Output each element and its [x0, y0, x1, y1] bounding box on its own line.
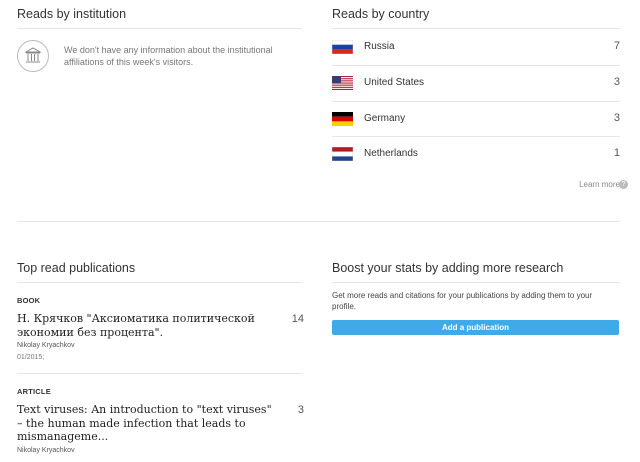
divider — [17, 28, 302, 29]
country-count: 1 — [613, 147, 620, 159]
country-count: 3 — [613, 76, 620, 88]
country-row-united-states: United States 3 — [332, 65, 620, 101]
country-row-netherlands: Netherlands 1 — [332, 136, 620, 172]
divider — [17, 282, 302, 283]
country-name: Netherlands — [364, 148, 418, 159]
country-count: 3 — [613, 112, 620, 124]
country-count: 7 — [613, 40, 620, 52]
netherlands-flag-icon — [332, 147, 353, 161]
divider — [332, 282, 620, 283]
institution-message: We don't have any information about the … — [64, 45, 273, 67]
country-row-germany: Germany 3 — [332, 101, 620, 137]
russia-flag-icon — [332, 40, 353, 54]
section-divider — [17, 221, 620, 222]
add-publication-button[interactable]: Add a publication — [332, 320, 619, 335]
country-name: United States — [364, 77, 425, 88]
boost-title: Boost your stats by adding more research — [332, 261, 564, 275]
publication-author-link[interactable]: Nikolay Kryachkov — [17, 342, 75, 349]
publication-type: ARTICLE — [17, 387, 51, 396]
divider — [17, 373, 302, 374]
institution-icon — [17, 40, 49, 72]
boost-description: Get more reads and citations for your pu… — [332, 291, 593, 311]
country-row-russia: Russia 7 — [332, 29, 620, 65]
country-name: Russia — [364, 41, 395, 52]
publication-title-link[interactable]: Н. Крячков "Аксиоматика политической эко… — [17, 312, 275, 339]
united-states-flag-icon — [332, 76, 353, 90]
top-read-title: Top read publications — [17, 261, 136, 275]
germany-flag-icon — [332, 112, 353, 126]
learn-more-link[interactable]: Learn more — [579, 180, 620, 189]
publication-date: 01/2015; — [17, 354, 45, 361]
country-title: Reads by country — [332, 7, 430, 21]
publication-title-link[interactable]: Text viruses: An introduction to "text v… — [17, 403, 275, 444]
institution-title: Reads by institution — [17, 7, 127, 21]
publication-author-link[interactable]: Nikolay Kryachkov — [17, 447, 75, 454]
country-name: Germany — [364, 113, 406, 124]
publication-type: BOOK — [17, 296, 41, 305]
help-icon[interactable]: ? — [619, 180, 628, 189]
publication-reads: 14 — [291, 313, 304, 325]
publication-reads: 3 — [297, 404, 304, 416]
